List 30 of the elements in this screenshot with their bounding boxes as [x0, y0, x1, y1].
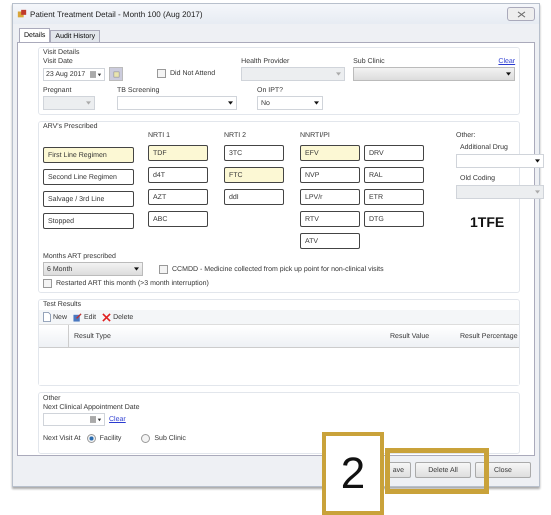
checkbox[interactable]: [159, 264, 168, 274]
calendar-icon: [112, 70, 120, 78]
caret-icon: [228, 101, 233, 105]
dropdown[interactable]: [456, 154, 544, 168]
caret-icon: [86, 101, 91, 105]
close-icon: [516, 10, 526, 18]
dropdown[interactable]: [456, 185, 544, 199]
dropdown[interactable]: [353, 67, 516, 81]
caret-icon: [134, 267, 139, 271]
delete-icon: [102, 312, 112, 322]
calendar-dropdown-icon: [90, 70, 102, 78]
dropdown[interactable]: [117, 96, 237, 110]
app-icon: [17, 9, 27, 19]
calendar-dropdown-icon: [90, 416, 102, 423]
caret-icon: [506, 72, 512, 76]
window-title: Patient Treatment Detail - Month 100 (Aug 2017): [30, 10, 203, 18]
caret-icon: [535, 159, 540, 163]
edit-icon: [73, 312, 82, 322]
caret-icon: [535, 190, 540, 194]
close-button[interactable]: [507, 7, 535, 21]
caret-icon: [336, 72, 342, 76]
checkbox[interactable]: [157, 69, 166, 78]
date-field[interactable]: [43, 413, 105, 426]
checkbox[interactable]: [43, 279, 52, 288]
step-number: 2: [322, 432, 384, 515]
regimen-code: 1TFE: [470, 214, 506, 230]
radio-button[interactable]: [141, 434, 150, 443]
caret-icon: [314, 101, 319, 105]
radio-button[interactable]: [86, 434, 96, 443]
calendar-button[interactable]: [109, 67, 123, 81]
